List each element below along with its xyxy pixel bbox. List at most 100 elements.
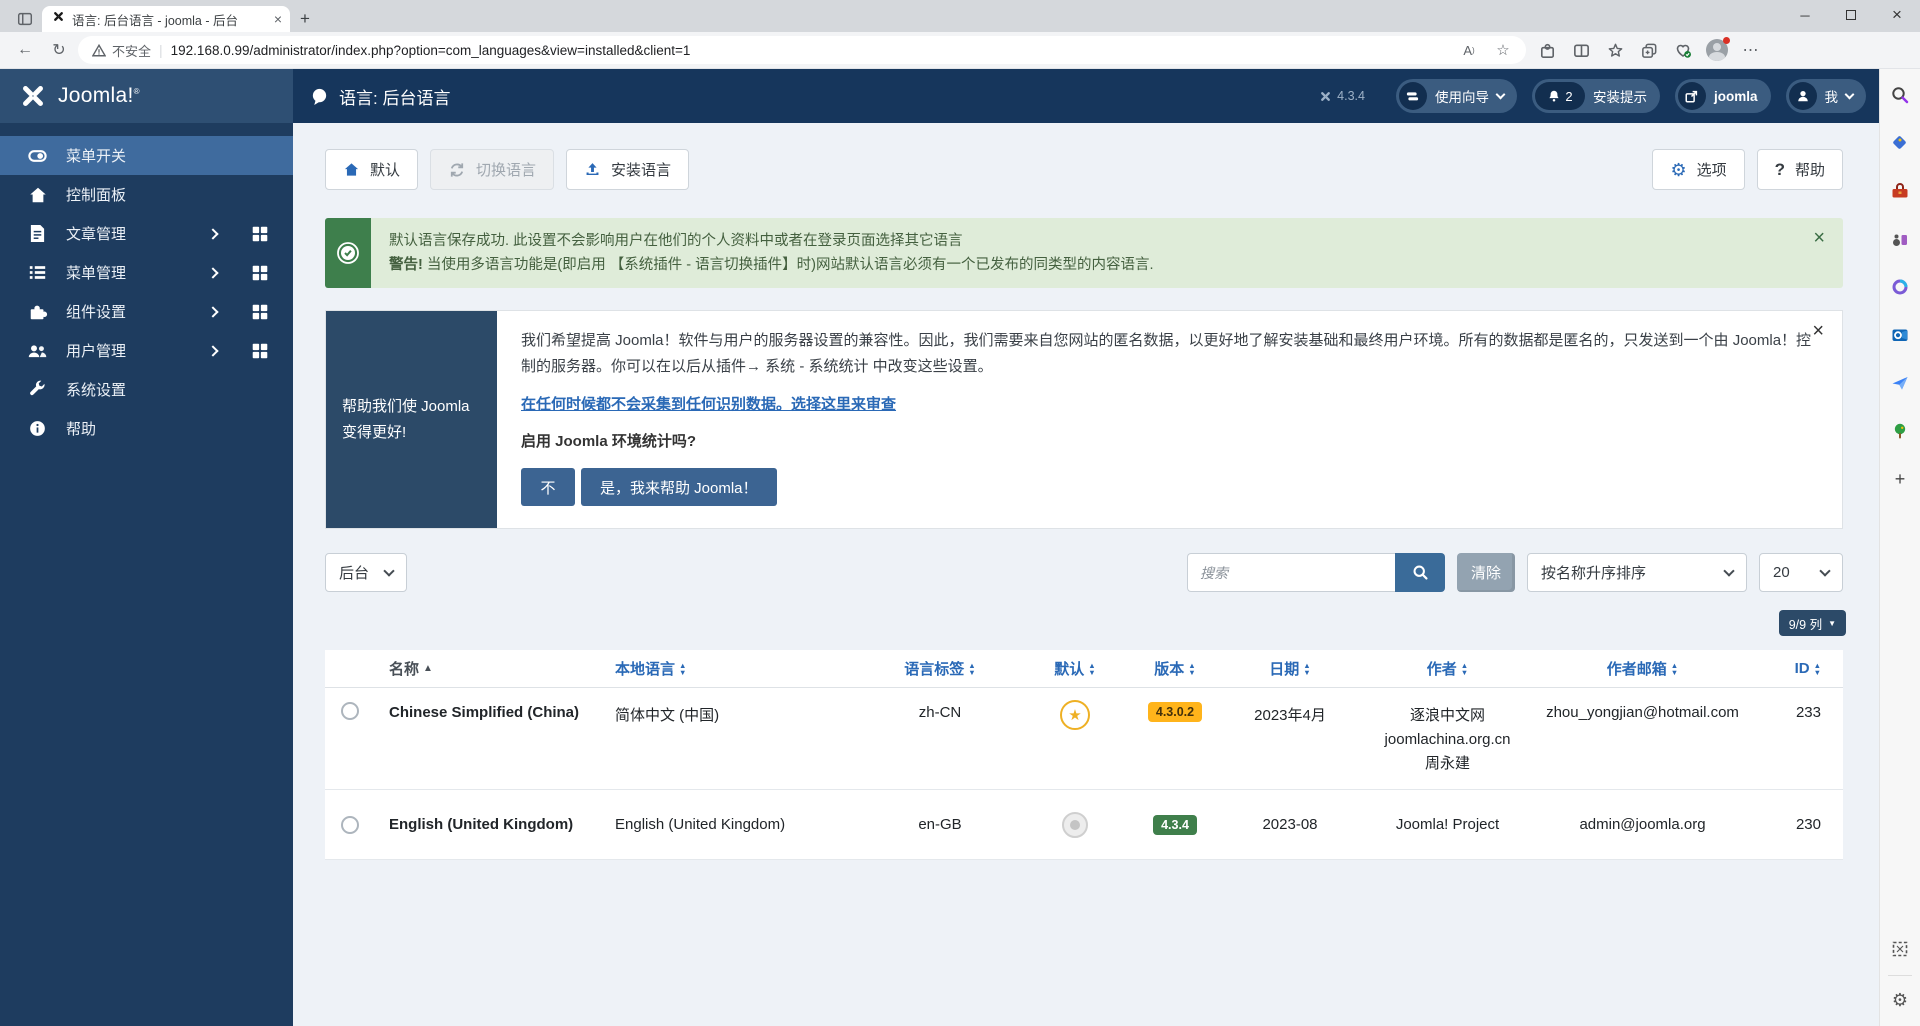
search-icon[interactable] (1886, 81, 1914, 109)
column-header-author[interactable]: 作者▲▼ (1365, 658, 1530, 679)
table-row: English (United Kingdom) English (United… (325, 790, 1843, 860)
toolbar: 默认 切换语言 安装语言 ⚙ 选项 ? 帮助 (325, 149, 1843, 190)
sidebar-item-menus[interactable]: 菜单管理 (0, 253, 293, 292)
column-header-version[interactable]: 版本▲▼ (1135, 658, 1215, 679)
sidebar-item-help[interactable]: 帮助 (0, 409, 293, 448)
sidebar-item-dashboard[interactable]: 控制面板 (0, 175, 293, 214)
stats-paragraph: 我们希望提高 Joomla！软件与用户的服务器设置的兼容性。因此，我们需要来自您… (521, 328, 1816, 380)
help-button[interactable]: ? 帮助 (1757, 149, 1843, 190)
user-menu-button[interactable]: 我 (1786, 79, 1867, 113)
sidebar-item-menu-toggle[interactable]: 菜单开关 (0, 136, 293, 175)
users-icon (27, 341, 48, 361)
add-to-collection-icon[interactable] (1632, 36, 1666, 64)
language-name[interactable]: English (United Kingdom) (375, 790, 615, 859)
bell-badge: 2 (1535, 82, 1585, 110)
grid-icon[interactable] (251, 225, 269, 243)
snip-icon[interactable] (1886, 935, 1914, 963)
refresh-icon[interactable]: ↻ (44, 36, 74, 64)
url-field[interactable]: 不安全 | 192.168.0.99/administrator/index.p… (78, 36, 1526, 64)
column-header-default[interactable]: 默认▲▼ (1015, 658, 1135, 679)
stats-yes-button[interactable]: 是，我来帮助 Joomla！ (581, 468, 777, 506)
window-maximize-button[interactable] (1828, 0, 1874, 30)
search-input[interactable] (1187, 553, 1395, 592)
version-badge: 4.3.4 (1135, 790, 1215, 859)
columns-badge[interactable]: 9/9 列 ▼ (1779, 610, 1846, 636)
view-site-button[interactable]: joomla (1675, 79, 1771, 113)
panel-close-icon[interactable]: × (1812, 321, 1824, 341)
signpost-icon (1399, 82, 1427, 110)
per-page-select[interactable]: 20 (1759, 553, 1843, 592)
sidebar-item-system[interactable]: 系统设置 (0, 370, 293, 409)
games-icon[interactable] (1886, 225, 1914, 253)
alert-close-icon[interactable]: × (1813, 218, 1843, 288)
settings-gear-icon[interactable]: ⚙ (1886, 986, 1914, 1014)
grid-icon[interactable] (251, 342, 269, 360)
column-header-date[interactable]: 日期▲▼ (1215, 658, 1365, 679)
options-button[interactable]: ⚙ 选项 (1652, 149, 1744, 190)
security-warning[interactable]: 不安全 (92, 41, 151, 60)
toolbox-icon[interactable] (1886, 177, 1914, 205)
grid-icon[interactable] (251, 303, 269, 321)
sidebar-item-components[interactable]: 组件设置 (0, 292, 293, 331)
post-install-messages-button[interactable]: 2 安装提示 (1532, 79, 1660, 113)
joomla-logo: Joomla!® (0, 69, 293, 123)
author-email: admin@joomla.org (1530, 790, 1755, 859)
column-header-tag[interactable]: 语言标签▲▼ (865, 658, 1015, 679)
browser-essentials-icon[interactable] (1666, 36, 1700, 64)
shopping-icon[interactable] (1886, 129, 1914, 157)
new-tab-button[interactable]: + (290, 6, 320, 32)
window-close-button[interactable]: × (1874, 0, 1920, 30)
tab-workspaces-icon[interactable] (8, 6, 42, 32)
sync-icon (448, 161, 466, 179)
panel-aside-label: 帮助我们使 Joomla 变得更好! (326, 311, 497, 528)
sidebar-item-users[interactable]: 用户管理 (0, 331, 293, 370)
star-icon: ★ (1068, 706, 1081, 724)
client-select[interactable]: 后台 (325, 553, 407, 592)
browser-tab[interactable]: 语言: 后台语言 - joomla - 后台 × (42, 6, 290, 32)
collections-icon[interactable] (1598, 36, 1632, 64)
default-toggle[interactable]: ★ (1015, 688, 1135, 789)
chevron-right-icon (207, 345, 218, 356)
column-header-email[interactable]: 作者邮箱▲▼ (1530, 658, 1755, 679)
split-screen-icon[interactable] (1564, 36, 1598, 64)
clear-button[interactable]: 清除 (1457, 553, 1515, 592)
loop-icon[interactable] (1886, 273, 1914, 301)
language-author: Joomla! Project (1365, 790, 1530, 859)
stats-no-button[interactable]: 不 (521, 468, 575, 506)
sidebar-item-content[interactable]: 文章管理 (0, 214, 293, 253)
search-button[interactable] (1395, 553, 1445, 592)
sidebar-nav: 菜单开关 控制面板 文章管理 (0, 123, 293, 448)
stats-review-link[interactable]: 在任何时候都不会采集到任何识别数据。选择这里来审查 (521, 393, 896, 414)
outlook-icon[interactable] (1886, 321, 1914, 349)
default-toggle[interactable] (1015, 790, 1135, 859)
admin-sidebar: Joomla!® 菜单开关 控制面板 文章管理 (0, 69, 293, 1026)
plus-icon[interactable]: + (1886, 465, 1914, 493)
tab-close-icon[interactable]: × (274, 11, 282, 27)
edge-sidebar-strip: + ⚙ (1879, 69, 1920, 1026)
default-button[interactable]: 默认 (325, 149, 418, 190)
languages-table: 名称▲ 本地语言▲▼ 语言标签▲▼ 默认▲▼ 版本▲▼ 日期▲▼ 作者▲▼ 作者… (325, 650, 1843, 860)
guided-tour-button[interactable]: 使用向导 (1396, 79, 1517, 113)
install-language-button[interactable]: 安装语言 (566, 149, 689, 190)
extensions-icon[interactable] (1530, 36, 1564, 64)
favorite-star-icon[interactable]: ☆ (1490, 38, 1516, 62)
drop-icon[interactable] (1886, 369, 1914, 397)
column-header-id[interactable]: ID▲▼ (1755, 660, 1843, 677)
read-aloud-icon[interactable]: A) (1456, 38, 1482, 62)
back-icon[interactable]: ← (10, 36, 40, 64)
browser-menu-icon[interactable]: ⋯ (1734, 36, 1768, 64)
language-name[interactable]: Chinese Simplified (China) (375, 688, 615, 789)
column-header-name[interactable]: 名称▲ (375, 658, 615, 679)
joomla-logo-icon (18, 81, 48, 111)
unset-default-icon (1062, 812, 1088, 838)
row-radio[interactable] (325, 790, 375, 859)
row-radio[interactable] (325, 688, 375, 789)
grid-icon[interactable] (251, 264, 269, 282)
column-header-native[interactable]: 本地语言▲▼ (615, 658, 865, 679)
window-minimize-button[interactable]: ─ (1782, 0, 1828, 30)
alert-message: 默认语言保存成功. 此设置不会影响用户在他们的个人资料中或者在登录页面选择其它语… (371, 218, 1813, 288)
profile-avatar[interactable] (1700, 36, 1734, 64)
tree-icon[interactable] (1886, 417, 1914, 445)
language-tag: en-GB (865, 790, 1015, 859)
sort-select[interactable]: 按名称升序排序 (1527, 553, 1747, 592)
